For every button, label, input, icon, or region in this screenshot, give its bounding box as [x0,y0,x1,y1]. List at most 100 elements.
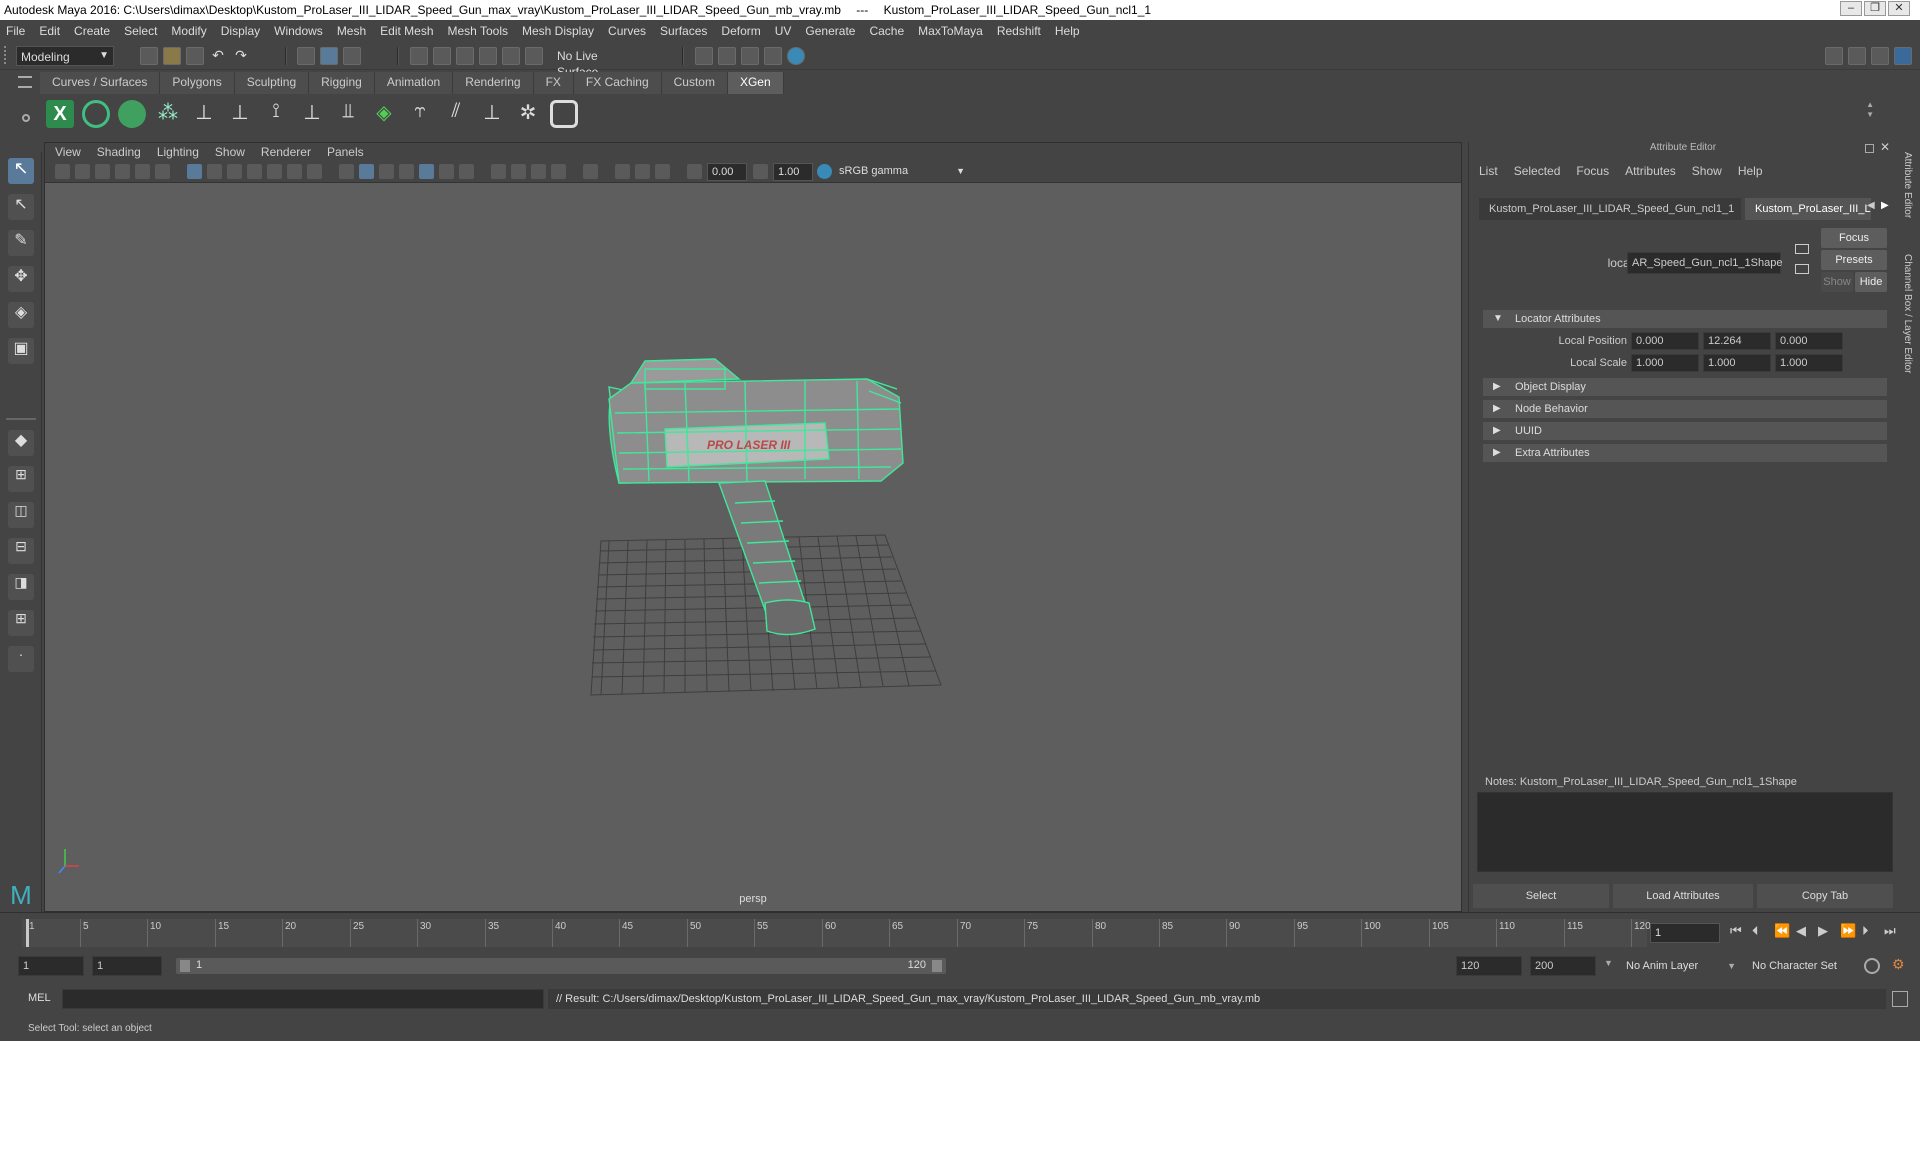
menuset-dropdown[interactable]: Modeling ▼ [16,46,114,66]
groom-tools-icon[interactable]: ✲ [514,100,542,128]
more-layouts-icon[interactable]: · [8,646,34,672]
float-panel-icon[interactable] [1865,144,1874,153]
range-end-handle[interactable] [932,960,942,972]
ae-menu-help[interactable]: Help [1738,164,1763,178]
go-to-start-icon[interactable]: ⏮ [1730,923,1742,939]
menu-maxtomaya[interactable]: MaxToMaya [918,24,983,38]
load-attributes-button[interactable]: Load Attributes [1613,884,1753,908]
shelf-tab-fx[interactable]: FX [533,72,574,94]
use-lights-icon[interactable] [439,164,454,179]
ae-menu-focus[interactable]: Focus [1576,164,1609,178]
wireframe-icon[interactable] [339,164,354,179]
new-scene-icon[interactable] [140,47,158,65]
create-description-icon[interactable] [118,100,146,128]
textured-icon[interactable] [419,164,434,179]
layer-guides-icon[interactable]: ◈ [370,100,398,128]
camera-attr-icon[interactable] [75,164,90,179]
menu-mesh-tools[interactable]: Mesh Tools [448,24,508,38]
goto-output-icon[interactable] [1795,264,1809,274]
menu-redshift[interactable]: Redshift [997,24,1041,38]
menu-generate[interactable]: Generate [805,24,855,38]
current-frame-field[interactable]: 1 [1650,923,1720,943]
xray-components-icon[interactable] [655,164,670,179]
range-slider[interactable]: 1 120 [176,958,946,974]
shelf-tab-custom[interactable]: Custom [661,72,728,94]
menu-surfaces[interactable]: Surfaces [660,24,707,38]
gamma-field[interactable]: 1.00 [773,163,813,181]
snap-view-icon[interactable] [479,47,497,65]
vp-menu-panels[interactable]: Panels [327,145,364,159]
focus-button[interactable]: Focus [1821,228,1887,248]
resolution-gate-icon[interactable] [227,164,242,179]
isolate-select-icon[interactable] [583,164,598,179]
ae-menu-list[interactable]: List [1479,164,1498,178]
go-to-end-icon[interactable]: ⏭ [1884,923,1896,939]
shelf-tab-rigging[interactable]: Rigging [309,72,375,94]
step-back-key-icon[interactable]: ⏪ [1774,923,1790,939]
shadows-icon[interactable] [459,164,474,179]
menu-deform[interactable]: Deform [721,24,760,38]
vp-menu-lighting[interactable]: Lighting [157,145,199,159]
menu-edit-mesh[interactable]: Edit Mesh [380,24,433,38]
hypershade-layout-icon[interactable]: ◨ [8,574,34,600]
bookmark-icon[interactable] [95,164,110,179]
ae-tab-shape[interactable]: Kustom_ProLaser_III_LI [1745,198,1871,220]
vp-menu-shading[interactable]: Shading [97,145,141,159]
shelf-tab-fx-caching[interactable]: FX Caching [573,72,662,94]
snap-point-icon[interactable] [456,47,474,65]
grease-pencil-icon[interactable] [155,164,170,179]
command-input[interactable] [62,989,544,1009]
snap-curve-icon[interactable] [433,47,451,65]
time-slider[interactable]: 1 5 10 15 20 25 30 35 40 45 50 55 60 65 70 75 80 85 90 95 10… [0,912,1920,950]
add-guide-icon[interactable]: ⊥ [190,100,218,128]
rebuild-guide-icon[interactable]: ⟟ [262,100,290,128]
color-management-icon[interactable] [817,164,832,179]
xgen-editor-icon[interactable]: X [46,100,74,128]
character-set-dropdown[interactable]: No Character Set [1746,956,1866,976]
snap-surface-icon[interactable] [502,47,520,65]
workspace-icon[interactable] [1825,47,1843,65]
snap-grid-icon[interactable] [410,47,428,65]
ae-tab-transform[interactable]: Kustom_ProLaser_III_LIDAR_Speed_Gun_ncl1… [1479,198,1741,220]
menu-create[interactable]: Create [74,24,110,38]
exposure-field[interactable]: 0.00 [707,163,747,181]
persp-graph-icon[interactable]: ⊟ [8,538,34,564]
section-node-behavior[interactable]: ▶ Node Behavior [1483,400,1887,418]
hypershade-icon[interactable] [787,47,805,65]
lasso-tool-icon[interactable]: ↖ [8,194,34,220]
comb-guides-icon[interactable]: ⫽ [442,100,470,128]
anim-layer-dropdown[interactable]: No Anim Layer ▼ [1620,956,1740,976]
cut-guides-icon[interactable]: ⊥ [478,100,506,128]
film-gate-icon[interactable] [207,164,222,179]
default-material-icon[interactable] [379,164,394,179]
grid-icon[interactable] [187,164,202,179]
color-space-dropdown[interactable]: sRGB gamma ▼ [835,163,965,181]
depth-of-field-icon[interactable] [551,164,566,179]
four-view-icon[interactable]: ⊞ [8,466,34,492]
toggle-panels-icon[interactable] [1848,47,1866,65]
shelf-tab-animation[interactable]: Animation [374,72,454,94]
uv-layout-icon[interactable]: ⊞ [8,610,34,636]
notes-textarea[interactable] [1477,792,1893,872]
animation-prefs-icon[interactable]: ⚙ [1892,956,1905,973]
presets-button[interactable]: Presets [1821,250,1887,270]
xray-joints-icon[interactable] [635,164,650,179]
gate-mask-icon[interactable] [247,164,262,179]
xgen-preview-icon[interactable] [82,100,110,128]
script-language-toggle[interactable]: MEL [28,992,51,1004]
shelf-menu-icon[interactable] [18,76,32,88]
antialias-icon[interactable] [531,164,546,179]
select-hierarchy-icon[interactable] [297,47,315,65]
script-editor-icon[interactable] [1892,991,1908,1007]
menu-edit[interactable]: Edit [39,24,60,38]
menu-help[interactable]: Help [1055,24,1080,38]
chevron-down-icon[interactable]: ▼ [1604,958,1613,968]
rotate-tool-icon[interactable]: ◈ [8,302,34,328]
local-position-y[interactable]: 12.264 [1703,332,1771,350]
shelf-tab-xgen[interactable]: XGen [727,72,784,94]
outliner-icon[interactable] [1871,47,1889,65]
field-chart-icon[interactable] [267,164,282,179]
section-object-display[interactable]: ▶ Object Display [1483,378,1887,396]
persp-outliner-icon[interactable]: ◫ [8,502,34,528]
single-perspective-icon[interactable]: ◆ [8,430,34,456]
